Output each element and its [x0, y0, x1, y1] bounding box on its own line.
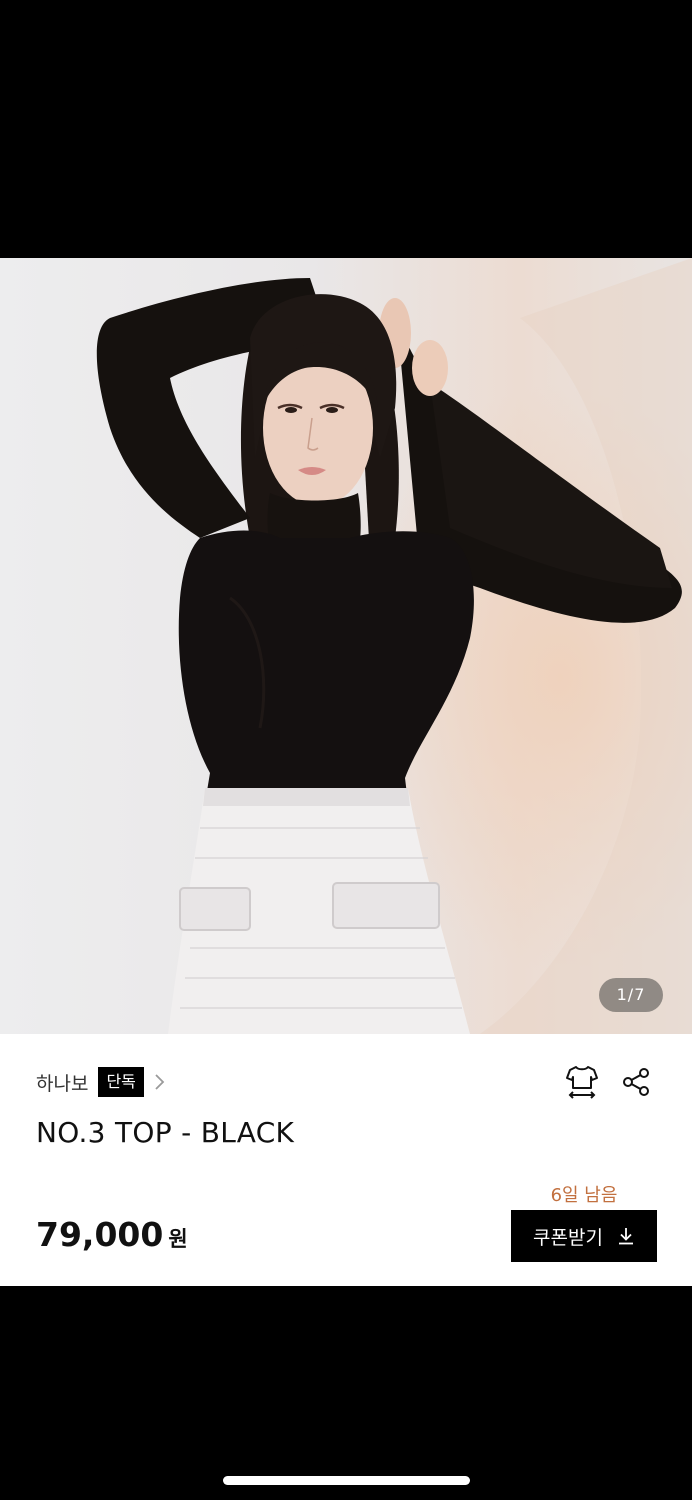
brand-name[interactable]: 하나보 [36, 1069, 88, 1096]
price: 79,000 원 [36, 1215, 188, 1254]
chevron-right-icon[interactable] [152, 1072, 166, 1092]
product-info-panel: 하나보 단독 NO.3 TOP - BLACK 79,000 원 6일 남음 쿠… [0, 1034, 692, 1286]
product-image-gallery[interactable]: 1/7 [0, 258, 692, 1034]
share-button[interactable] [616, 1064, 656, 1104]
gallery-total-pages: 7 [634, 985, 646, 1004]
get-coupon-button[interactable]: 쿠폰받기 [511, 1210, 657, 1262]
price-value: 79,000 [36, 1215, 164, 1254]
get-coupon-label: 쿠폰받기 [533, 1226, 603, 1249]
share-icon[interactable] [619, 1065, 653, 1103]
product-title: NO.3 TOP - BLACK [36, 1116, 295, 1149]
gallery-current-page: 1 [616, 985, 628, 1004]
price-unit: 원 [168, 1227, 188, 1251]
exclusive-badge: 단독 [98, 1067, 144, 1097]
coupon-days-left: 6일 남음 [550, 1185, 618, 1206]
gallery-page-indicator: 1/7 [599, 978, 663, 1012]
shirt-size-icon[interactable] [564, 1063, 600, 1105]
product-photo [96, 258, 692, 1034]
home-indicator[interactable] [223, 1476, 470, 1485]
size-guide-button[interactable] [562, 1064, 602, 1104]
download-icon [617, 1226, 635, 1246]
brand-link[interactable]: 하나보 단독 [36, 1065, 166, 1099]
